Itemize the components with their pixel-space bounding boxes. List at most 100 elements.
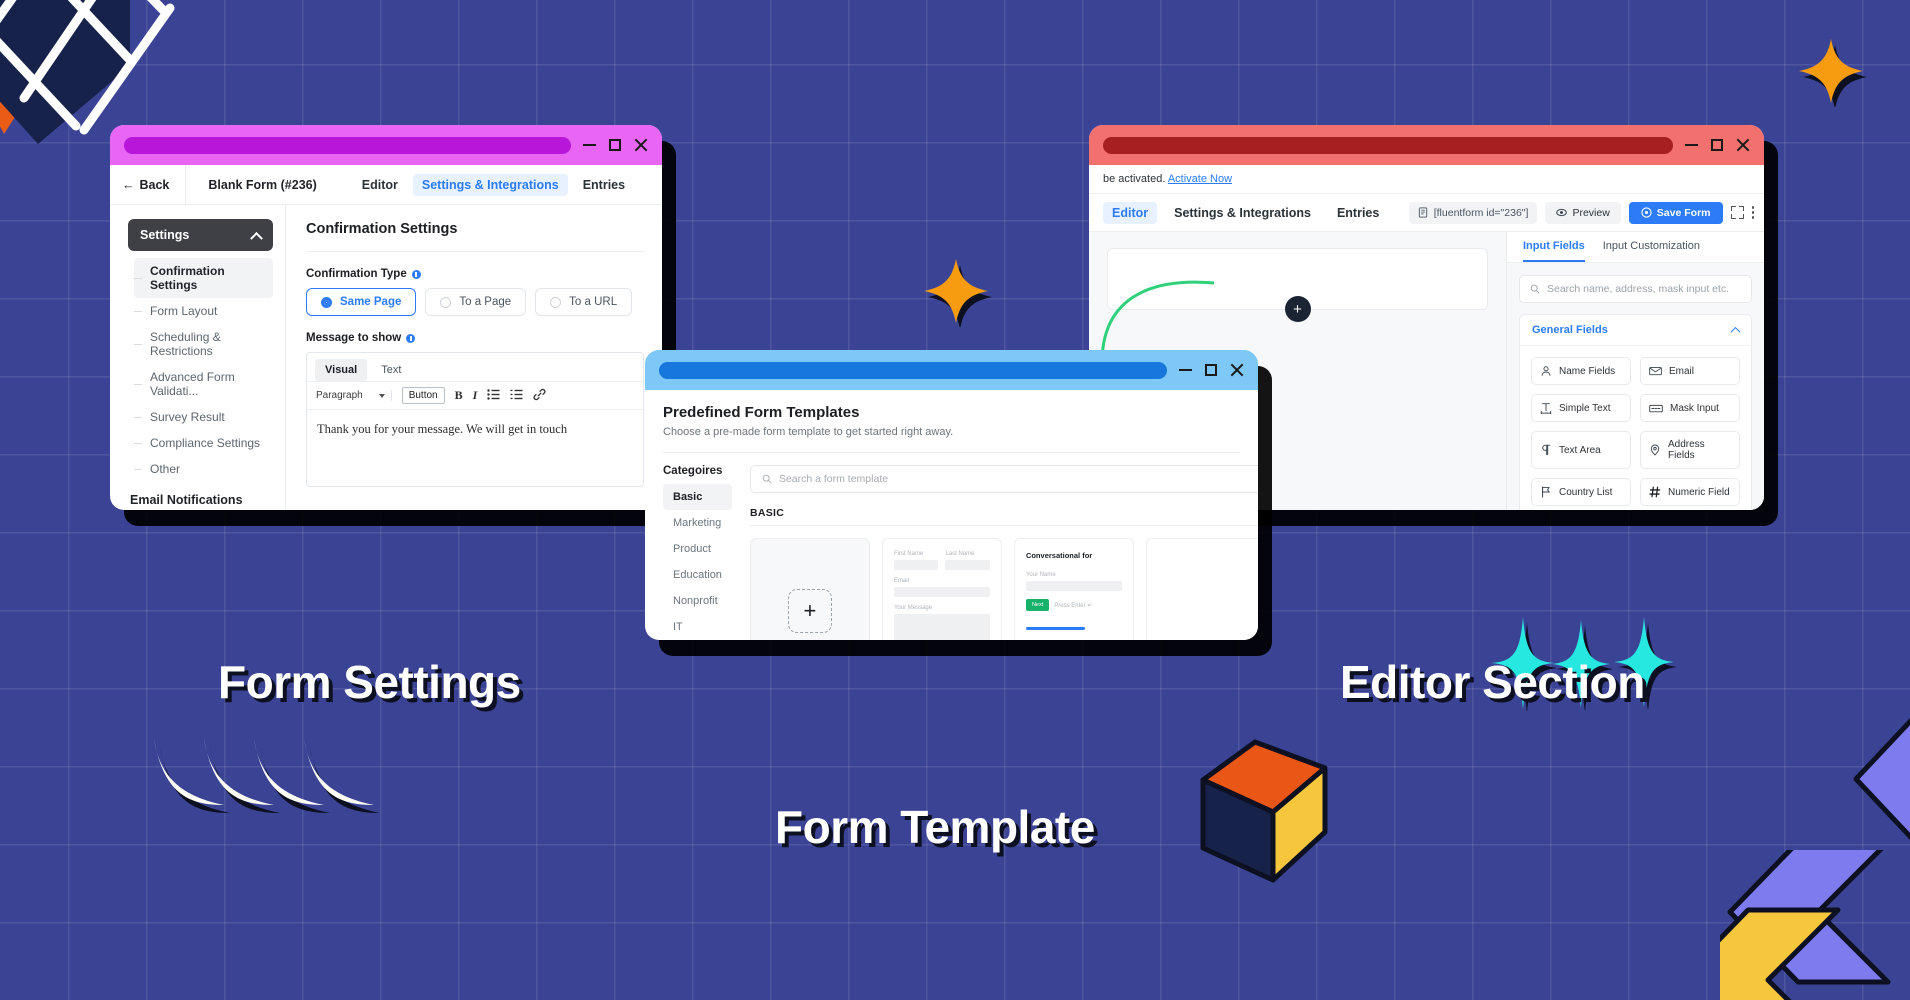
paragraph-icon (1542, 444, 1551, 456)
sidebar-item-advanced-form-validation[interactable]: Advanced Form Validati... (134, 364, 273, 404)
poster-canvas: ← Back Blank Form (#236) Editor Settings… (0, 0, 1910, 1000)
close-icon[interactable] (1736, 138, 1750, 152)
settings-tabs: Editor Settings & Integrations Entries (353, 173, 634, 196)
tab-editor[interactable]: Editor (353, 174, 407, 196)
block-format-select[interactable]: Paragraph (316, 390, 392, 401)
editor-window-controls[interactable] (1685, 138, 1750, 152)
settings-url-bar[interactable] (124, 136, 571, 154)
category-basic[interactable]: Basic (663, 484, 732, 510)
field-label: Text Area (1559, 444, 1601, 456)
category-it[interactable]: IT (663, 614, 732, 640)
template-url-bar[interactable] (659, 361, 1167, 379)
field-country-list[interactable]: Country List (1531, 478, 1631, 506)
minimize-icon[interactable] (1179, 369, 1192, 371)
maximize-icon[interactable] (609, 139, 621, 151)
italic-icon[interactable]: I (473, 388, 478, 403)
info-icon[interactable] (406, 333, 416, 343)
form-name: Blank Form (#236) (185, 165, 338, 204)
tab-editor[interactable]: Editor (1103, 201, 1158, 224)
sidebar-item-compliance-settings[interactable]: Compliance Settings (134, 430, 273, 456)
fields-search-box[interactable]: Search name, address, mask input etc. (1519, 275, 1752, 303)
chevron-up-icon (1730, 326, 1741, 337)
form-settings-window: ← Back Blank Form (#236) Editor Settings… (110, 125, 662, 510)
sidebar-accordion-settings[interactable]: Settings (128, 219, 273, 251)
field-email[interactable]: Email (1640, 357, 1740, 385)
maximize-icon[interactable] (1205, 364, 1217, 376)
insert-button-button[interactable]: Button (401, 387, 445, 404)
close-icon[interactable] (634, 138, 648, 152)
conversational-form-preview: Conversational for Your Name Next Press … (1015, 539, 1133, 640)
activate-now-link[interactable]: Activate Now (1168, 173, 1232, 185)
link-icon[interactable] (533, 388, 546, 404)
message-label: Your Message (893, 605, 933, 611)
field-name-fields[interactable]: Name Fields (1531, 357, 1631, 385)
add-field-button[interactable]: + (1284, 296, 1311, 322)
conversational-title: Conversational for (1025, 551, 1093, 560)
bullet-list-icon[interactable] (487, 388, 500, 403)
sidebar-item-confirmation-settings[interactable]: Confirmation Settings (134, 258, 273, 298)
next-button: Next (1025, 599, 1050, 611)
sidebar-item-survey-result[interactable]: Survey Result (134, 404, 273, 430)
field-numeric-field[interactable]: Numeric Field (1640, 478, 1740, 506)
back-button[interactable]: ← Back (122, 178, 185, 192)
radio-to-a-url[interactable]: To a URL (535, 288, 633, 316)
general-fields-header[interactable]: General Fields (1520, 315, 1751, 346)
sidebar-group-email-notifications[interactable]: Email Notifications (128, 482, 273, 510)
shortcode-text: [fluentform id="236"] (1433, 206, 1529, 219)
tab-text[interactable]: Text (371, 359, 411, 381)
template-card-extra[interactable] (1145, 538, 1258, 640)
template-card-contact[interactable]: First Name Last Name Email Your Message (881, 538, 1002, 640)
minimize-icon[interactable] (583, 144, 596, 146)
your-name-input (1025, 581, 1122, 591)
canvas-drop-area[interactable]: + (1100, 248, 1488, 364)
press-enter-hint: Press Enter ↵ (1054, 602, 1093, 609)
field-label: Email (1669, 365, 1695, 377)
template-window-controls[interactable] (1179, 363, 1244, 377)
last-name-input (945, 560, 990, 570)
sidebar-item-other[interactable]: Other (134, 456, 273, 482)
template-card-blank[interactable]: + (749, 538, 870, 640)
field-mask-input[interactable]: Mask Input (1640, 394, 1740, 422)
info-icon[interactable] (411, 269, 421, 279)
category-nonprofit[interactable]: Nonprofit (663, 588, 732, 614)
save-form-button[interactable]: Save Form (1628, 201, 1723, 224)
preview-button[interactable]: Preview (1545, 201, 1621, 224)
tab-input-fields[interactable]: Input Fields (1523, 240, 1585, 262)
tab-entries[interactable]: Entries (1328, 202, 1388, 224)
arrow-left-icon: ← (122, 177, 135, 192)
preview-label: Preview (1572, 206, 1610, 219)
settings-titlebar (110, 125, 662, 165)
category-marketing[interactable]: Marketing (663, 510, 732, 536)
editor-url-bar[interactable] (1103, 136, 1673, 154)
tab-settings-integrations[interactable]: Settings & Integrations (1165, 202, 1320, 224)
template-card-conversational[interactable]: Conversational for Your Name Next Press … (1013, 538, 1134, 640)
maximize-icon[interactable] (1711, 139, 1723, 151)
category-product[interactable]: Product (663, 536, 732, 562)
settings-window-controls[interactable] (583, 138, 648, 152)
input-fields-panel: Input Fields Input Customization Search … (1506, 232, 1764, 510)
close-icon[interactable] (1230, 363, 1244, 377)
field-simple-text[interactable]: Simple Text (1531, 394, 1631, 422)
fullscreen-icon[interactable] (1730, 206, 1744, 219)
tab-entries[interactable]: Entries (574, 174, 634, 196)
template-search-box[interactable]: Search a form template (749, 465, 1258, 493)
message-body-text[interactable]: Thank you for your message. We will get … (307, 410, 643, 486)
tab-visual[interactable]: Visual (315, 359, 368, 381)
sidebar-item-scheduling-restrictions[interactable]: Scheduling & Restrictions (134, 324, 273, 364)
bold-icon[interactable]: B (455, 388, 463, 403)
rich-text-editor: Visual Text Paragraph Button B I Thank y… (306, 352, 644, 487)
field-text-area[interactable]: Text Area (1531, 431, 1631, 469)
shortcode-chip[interactable]: [fluentform id="236"] (1408, 201, 1538, 224)
minimize-icon[interactable] (1685, 144, 1698, 146)
category-education[interactable]: Education (663, 562, 732, 588)
numbered-list-icon[interactable] (510, 389, 523, 403)
email-label: Email (893, 578, 909, 584)
label-form-template: Form Template (775, 801, 1095, 853)
radio-same-page[interactable]: Same Page (306, 288, 417, 316)
sidebar-item-form-layout[interactable]: Form Layout (134, 298, 273, 324)
more-options-icon[interactable] (1751, 206, 1754, 219)
radio-to-a-page[interactable]: To a Page (425, 288, 527, 316)
tab-settings-integrations[interactable]: Settings & Integrations (412, 173, 568, 196)
field-address-fields[interactable]: Address Fields (1640, 431, 1740, 469)
tab-input-customization[interactable]: Input Customization (1603, 240, 1700, 262)
